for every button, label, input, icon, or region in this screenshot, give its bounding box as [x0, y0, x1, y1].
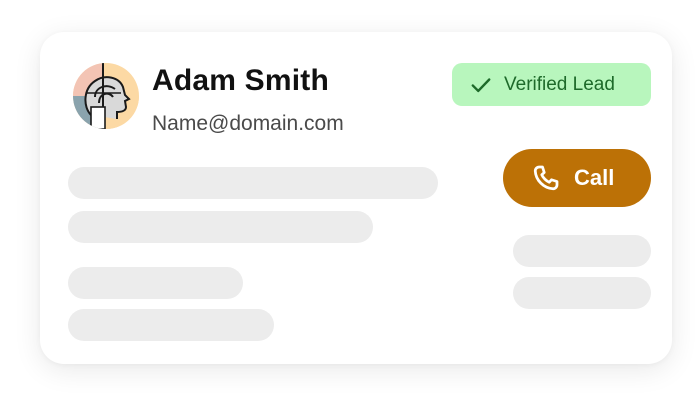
call-button[interactable]: Call [503, 149, 651, 207]
avatar [73, 63, 139, 129]
placeholder-line [513, 277, 651, 309]
check-icon [471, 77, 491, 92]
verified-lead-badge: Verified Lead [452, 63, 651, 106]
contact-name: Adam Smith [152, 64, 330, 97]
badge-label: Verified Lead [504, 73, 615, 95]
placeholder-line [68, 309, 274, 341]
profile-head-illustration-icon [73, 63, 139, 129]
placeholder-line [68, 211, 373, 243]
contact-email: Name@domain.com [152, 112, 344, 135]
placeholder-line [68, 167, 438, 199]
phone-icon [533, 165, 559, 191]
placeholder-line [513, 235, 651, 267]
call-button-label: Call [574, 165, 615, 190]
placeholder-line [68, 267, 243, 299]
